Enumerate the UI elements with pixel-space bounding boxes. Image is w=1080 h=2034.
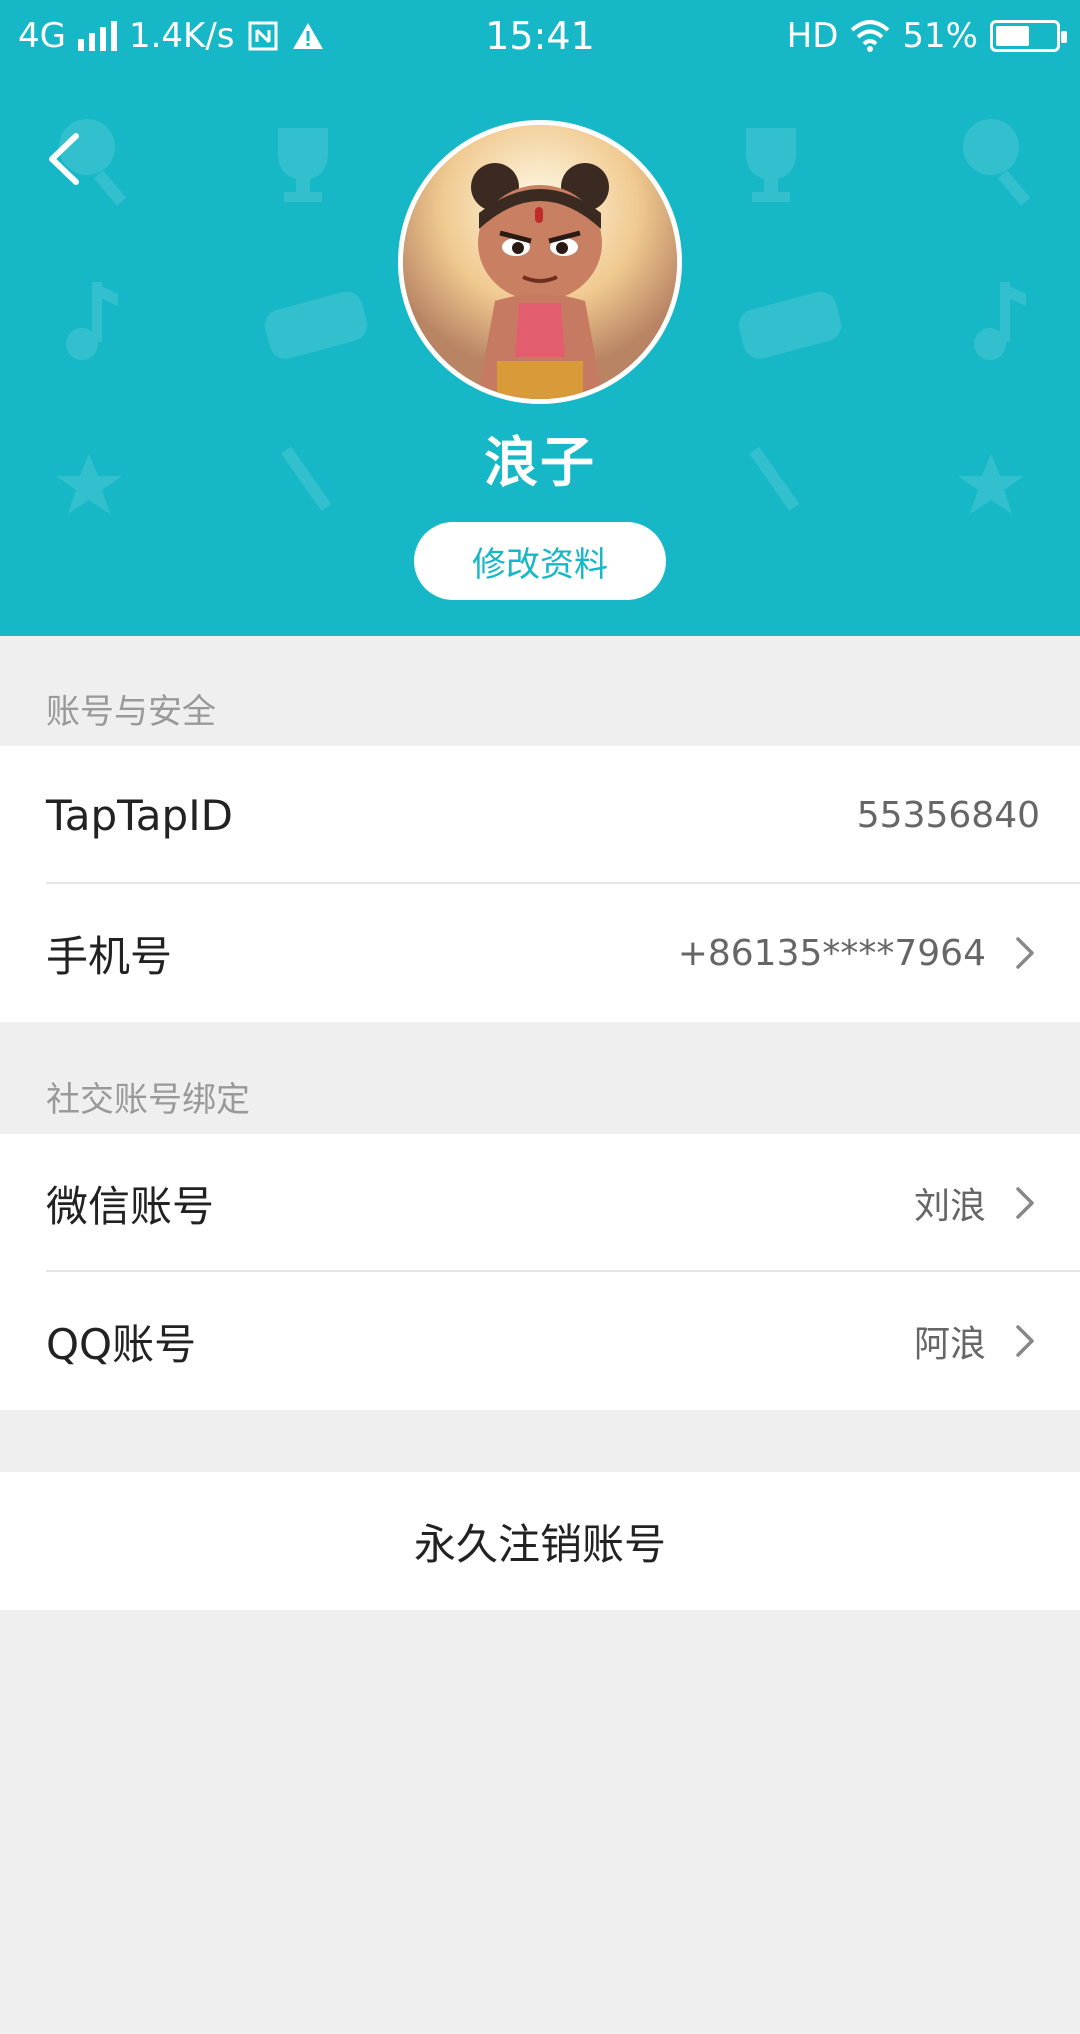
battery-percent: 51% [902,16,978,56]
trophy-deco-icon-right [746,128,796,202]
wifi-icon [851,20,890,52]
phone-label: 手机号 [46,931,173,981]
taptap-id-label: TapTapID [46,790,233,840]
section-title-account: 账号与安全 [46,692,216,732]
phone-value: +86135****7964 [677,932,986,974]
gamepad-deco-icon-right [738,291,842,359]
chevron-right-icon [1016,1325,1034,1357]
magnifier-deco-icon-right [963,119,1031,206]
chevron-right-icon [1016,1187,1034,1219]
taptap-id-row: TapTapID 55356840 [0,746,1080,884]
music-note-deco-icon [66,282,118,360]
trophy-deco-icon [278,128,328,202]
phone-row[interactable]: 手机号 +86135****7964 [0,884,1080,1022]
profile-header: 4G 1.4K/s 15:41 HD 51% 浪子 修改资料 [0,0,1080,636]
account-group: TapTapID 55356840 手机号 +86135****7964 [0,746,1080,1022]
wechat-value: 刘浪 [913,1186,986,1227]
edit-profile-button[interactable]: 修改资料 [414,522,666,600]
taptap-id-value: 55356840 [856,794,1040,836]
status-bar: 4G 1.4K/s 15:41 HD 51% [0,0,1080,74]
delete-account-button[interactable]: 永久注销账号 [0,1472,1080,1610]
section-title-social: 社交账号绑定 [46,1080,250,1120]
qq-label: QQ账号 [46,1319,197,1369]
back-arrow-icon[interactable] [36,124,96,194]
gamepad-deco-icon [264,291,368,359]
music-note-deco-icon-right [974,282,1026,360]
avatar-image [403,125,677,399]
qq-value: 阿浪 [913,1324,986,1365]
wechat-row[interactable]: 微信账号 刘浪 [0,1134,1080,1272]
nickname: 浪子 [484,431,596,494]
battery-icon [990,20,1067,52]
wechat-label: 微信账号 [46,1181,215,1231]
social-group: 微信账号 刘浪 QQ账号 阿浪 [0,1134,1080,1410]
chevron-right-icon [1016,937,1034,969]
qq-row[interactable]: QQ账号 阿浪 [0,1272,1080,1410]
avatar[interactable] [398,120,682,404]
hd-indicator: HD [786,16,839,56]
